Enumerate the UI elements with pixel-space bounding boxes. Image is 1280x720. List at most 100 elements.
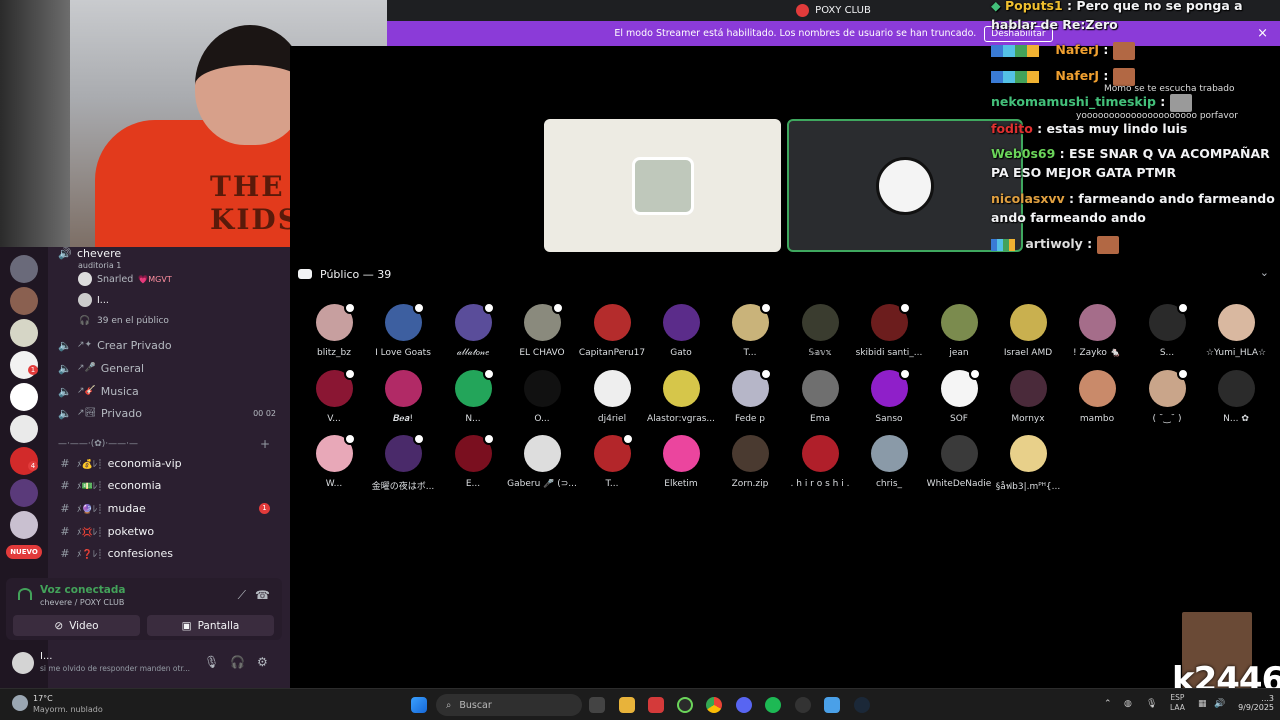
avatar[interactable]	[12, 652, 34, 674]
volume-icon[interactable]: 🔊	[1214, 699, 1225, 709]
search-box[interactable]: ⌕ Buscar	[436, 694, 582, 716]
server-icon[interactable]	[10, 255, 38, 283]
audience-member[interactable]: CapitanPeru17	[576, 304, 648, 358]
add-channel-icon[interactable]: +	[260, 437, 270, 451]
audience-member[interactable]: V...	[298, 368, 370, 424]
audience-member[interactable]: Elketim	[645, 435, 717, 489]
audience-member[interactable]: Gato	[645, 304, 717, 358]
audience-member[interactable]: Zorn.zip	[714, 435, 786, 489]
tray-chevron-icon[interactable]: ⌃	[1104, 699, 1112, 709]
steam-icon[interactable]	[854, 697, 870, 713]
server-icon[interactable]	[10, 383, 38, 411]
audience-member[interactable]: 金曜の夜はボ...	[367, 433, 439, 492]
server-icon[interactable]	[10, 511, 38, 539]
channel-prefix: ﾒ🔮ﾚ┊	[77, 504, 103, 515]
headphones-icon[interactable]: 🎧	[230, 655, 245, 669]
app-icon[interactable]	[648, 697, 664, 713]
audience-member[interactable]: jean	[923, 304, 995, 358]
xbox-icon[interactable]	[677, 697, 693, 713]
audience-member[interactable]: Sanso	[853, 368, 925, 424]
avatar	[731, 368, 772, 407]
channel-privado[interactable]: 🔈 ↗🏞 Privado 00 02	[58, 403, 280, 423]
audience-member[interactable]: E...	[437, 433, 509, 489]
audience-member[interactable]: T...	[714, 302, 786, 358]
audience-member[interactable]: Ema	[784, 370, 856, 424]
user-status: si me olvido de responder manden otr...	[40, 664, 190, 673]
server-icon[interactable]	[10, 415, 38, 443]
audience-member[interactable]: Israel AMD	[992, 304, 1064, 358]
audience-member[interactable]: §åฟb3|.mᴾᴴ{...	[992, 435, 1064, 493]
file-explorer-icon[interactable]	[619, 697, 635, 713]
chrome-icon[interactable]	[706, 697, 722, 713]
chat-message: fodito : estas muy lindo luis	[991, 121, 1188, 136]
gear-icon[interactable]: ⚙	[257, 655, 268, 669]
audience-member[interactable]: W...	[298, 433, 370, 489]
audience-member[interactable]: Alastor:vgras...	[645, 370, 717, 424]
discord-icon[interactable]	[736, 697, 752, 713]
speaker-item[interactable]: I...	[78, 290, 300, 310]
speaker-item[interactable]: Snarled 💗MGVT	[78, 269, 300, 289]
audience-member[interactable]: SOF	[923, 368, 995, 424]
channel-musica[interactable]: 🔈 ↗🎸 Musica	[58, 381, 280, 401]
channel-confesiones[interactable]: # ﾒ❓ﾚ┊ confesiones	[58, 543, 280, 563]
audience-member[interactable]: skibidi santi_...	[853, 302, 925, 358]
audience-member[interactable]: ( ˘‿˘ )	[1131, 368, 1203, 424]
channel-general[interactable]: 🔈 ↗🎤 General	[58, 358, 280, 378]
start-icon[interactable]	[411, 697, 427, 713]
server-icon[interactable]	[10, 319, 38, 347]
video-button[interactable]: ⊘ Video	[13, 615, 140, 636]
channel-economia-vip[interactable]: # ﾒ💰ﾚ┊ economia-vip	[58, 453, 280, 473]
tray-mic-icon[interactable]: 🎙	[1146, 699, 1157, 709]
audience-member[interactable]: dj4riel	[576, 370, 648, 424]
audience-member[interactable]: S...	[1131, 302, 1203, 358]
audience-member[interactable]: T...	[576, 433, 648, 489]
tray-app-icon[interactable]: ◍	[1124, 699, 1132, 709]
network-icon[interactable]: ▦	[1198, 699, 1207, 709]
spotify-icon[interactable]	[765, 697, 781, 713]
audience-member[interactable]: I Love Goats	[367, 302, 439, 358]
noise-suppression-icon[interactable]: ⟋	[238, 588, 246, 603]
audience-member[interactable]: Gaberu 🎤 (⊃...	[506, 435, 578, 489]
server-icon[interactable]	[10, 479, 38, 507]
audience-member[interactable]: 𝑩𝒆𝒂!	[367, 370, 439, 424]
audience-member[interactable]: N... ✿	[1200, 370, 1272, 424]
member-name: ( ˘‿˘ )	[1152, 414, 1182, 424]
audience-member[interactable]: chris_	[853, 435, 925, 489]
category-divider[interactable]: —·——·(✿)·——·— +	[58, 434, 280, 454]
channel-crear-privado[interactable]: 🔈 ↗✦ Crear Privado	[58, 335, 280, 355]
disconnect-icon[interactable]: ☎	[255, 588, 270, 602]
audience-member[interactable]: WhiteDeNadie	[923, 435, 995, 489]
task-view-icon[interactable]	[589, 697, 605, 713]
audience-member[interactable]: ! Zayko 🐁	[1061, 304, 1133, 358]
audience-member[interactable]: 𝕊𝕒𝕧𝕩	[784, 304, 856, 358]
category-divider-text: —·——·(✿)·——·—	[58, 439, 139, 449]
audience-member[interactable]: Mornyx	[992, 370, 1064, 424]
screen-share-button[interactable]: ▣ Pantalla	[147, 615, 274, 636]
audience-count-item[interactable]: 🎧 39 en el público	[78, 311, 300, 331]
audience-member[interactable]: mambo	[1061, 370, 1133, 424]
audience-member[interactable]: blitz_bz	[298, 302, 370, 358]
clock[interactable]: ...3 9/9/2025	[1234, 694, 1274, 712]
audience-header[interactable]: Público — 39 ⌄	[298, 266, 1273, 282]
audience-member[interactable]: ☆Yumi_HLA☆	[1200, 304, 1272, 358]
language-indicator[interactable]: ESP LAA	[1170, 693, 1185, 713]
speaker-tile-snarled[interactable]	[544, 119, 781, 252]
audience-member[interactable]: . h i r o s h i .	[784, 435, 856, 489]
chat-username: fodito	[991, 121, 1033, 136]
user-panel[interactable]: I... si me olvido de responder manden ot…	[6, 646, 282, 682]
channel-mudae[interactable]: # ﾒ🔮ﾚ┊ mudae 1	[58, 498, 280, 518]
avatar	[454, 433, 495, 472]
channel-poketwo[interactable]: # ﾒ💢ﾚ┊ poketwo	[58, 521, 280, 541]
audience-member[interactable]: 𝒶𝓁𝓁𝒶𝓉𝑜𝓃𝑒	[437, 302, 509, 358]
audience-member[interactable]: O...	[506, 370, 578, 424]
audience-member[interactable]: Fede p	[714, 368, 786, 424]
obs-icon[interactable]	[795, 697, 811, 713]
chevron-down-icon[interactable]: ⌄	[1260, 266, 1269, 279]
microphone-icon[interactable]: 🎙	[204, 655, 219, 669]
audience-member[interactable]: N...	[437, 368, 509, 424]
channel-economia[interactable]: # ﾒ💵ﾚ┊ economia	[58, 475, 280, 495]
server-icon[interactable]	[10, 287, 38, 315]
voice-location[interactable]: chevere / POXY CLUB	[40, 598, 124, 607]
notepad-icon[interactable]	[824, 697, 840, 713]
audience-member[interactable]: EL CHAVO	[506, 302, 578, 358]
